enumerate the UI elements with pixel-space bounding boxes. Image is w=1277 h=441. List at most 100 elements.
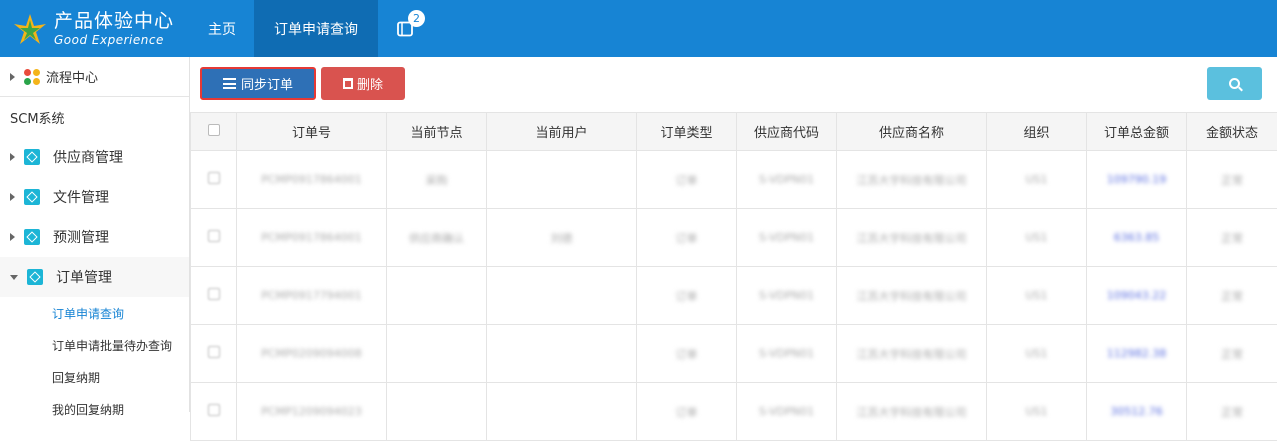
row-select-cell[interactable]	[191, 209, 237, 267]
sidebar-item-flow-center[interactable]: 流程中心	[0, 57, 189, 97]
list-icon	[223, 78, 236, 89]
cell-user	[487, 151, 637, 209]
cell-text: 订单	[676, 230, 698, 246]
sidebar-item-orders[interactable]: 订单管理	[0, 257, 189, 297]
sidebar: 流程中心 SCM系统 供应商管理 文件管理 预测管理 订单管理 订单申请查询 订…	[0, 57, 190, 412]
cell-text: US1	[1025, 347, 1047, 360]
column-header[interactable]: 金额状态	[1187, 113, 1277, 151]
column-header[interactable]: 供应商名称	[837, 113, 987, 151]
notifications-button[interactable]: 2	[378, 0, 432, 57]
notification-badge: 2	[408, 10, 425, 27]
cell-amount[interactable]: 112982.38	[1087, 325, 1187, 383]
sidebar-sub-order-query[interactable]: 订单申请查询	[0, 297, 189, 329]
column-header[interactable]: 当前节点	[387, 113, 487, 151]
select-all-cell[interactable]	[191, 113, 237, 151]
search-button[interactable]	[1207, 67, 1262, 100]
sidebar-sub-my-reply-delivery[interactable]: 我的回复纳期	[0, 393, 189, 425]
top-navbar: 产品体验中心 Good Experience 主页 订单申请查询 2	[0, 0, 1277, 57]
sidebar-item-label: 供应商管理	[53, 147, 123, 167]
cell-text: S-VDPN01	[759, 289, 814, 302]
caret-right-icon	[10, 193, 15, 201]
table-row[interactable]: PCMP0917864001 采购 订单 S-VDPN01 江苏大宇科技有限公司…	[191, 151, 1277, 209]
nav-home[interactable]: 主页	[190, 0, 254, 57]
cell-text: 正常	[1221, 172, 1243, 188]
brand[interactable]: 产品体验中心 Good Experience	[0, 0, 190, 57]
sync-orders-button[interactable]: 同步订单	[200, 67, 316, 100]
cell-org: US1	[987, 325, 1087, 383]
cell-text: 112982.38	[1107, 347, 1167, 360]
sidebar-sub-reply-delivery[interactable]: 回复纳期	[0, 361, 189, 393]
sidebar-item-files[interactable]: 文件管理	[0, 177, 189, 217]
cell-amount-status: 正常	[1187, 209, 1277, 267]
cell-order-no[interactable]: PCMP0917794001	[237, 267, 387, 325]
cell-text: US1	[1025, 231, 1047, 244]
delete-label: 删除	[357, 74, 383, 93]
cell-amount[interactable]: 109790.19	[1087, 151, 1187, 209]
row-checkbox[interactable]	[208, 404, 220, 416]
column-header[interactable]: 订单总金额	[1087, 113, 1187, 151]
row-select-cell[interactable]	[191, 267, 237, 325]
table-row[interactable]: PCMP0209094008 订单 S-VDPN01 江苏大宇科技有限公司 US…	[191, 325, 1277, 383]
cell-order-no[interactable]: PCMP0917864001	[237, 151, 387, 209]
row-checkbox[interactable]	[208, 172, 220, 184]
cell-amount[interactable]: 6363.85	[1087, 209, 1187, 267]
row-select-cell[interactable]	[191, 151, 237, 209]
sidebar-item-forecast[interactable]: 预测管理	[0, 217, 189, 257]
cell-node	[387, 267, 487, 325]
row-select-cell[interactable]	[191, 325, 237, 383]
orders-table: 订单号 当前节点 当前用户 订单类型 供应商代码 供应商名称 组织 订单总金额 …	[190, 112, 1277, 441]
cell-text: 江苏大宇科技有限公司	[857, 172, 967, 188]
cell-amount-status: 正常	[1187, 325, 1277, 383]
cell-supplier-code: S-VDPN01	[737, 209, 837, 267]
sidebar-item-label: 预测管理	[53, 227, 109, 247]
cell-supplier-code: S-VDPN01	[737, 267, 837, 325]
cell-text: 正常	[1221, 346, 1243, 362]
cell-text: 江苏大宇科技有限公司	[857, 230, 967, 246]
cell-node: 采购	[387, 151, 487, 209]
select-all-checkbox[interactable]	[208, 124, 220, 136]
cell-text: PCMP0917864001	[261, 173, 361, 186]
cell-text: 6363.85	[1114, 231, 1160, 244]
cell-type: 订单	[637, 325, 737, 383]
cell-supplier-name: 江苏大宇科技有限公司	[837, 209, 987, 267]
brand-name: 产品体验中心	[54, 12, 174, 31]
column-header[interactable]: 组织	[987, 113, 1087, 151]
cell-node: 供应商确认	[387, 209, 487, 267]
cell-text: US1	[1025, 173, 1047, 186]
caret-right-icon	[10, 233, 15, 241]
sidebar-sub-batch-todo[interactable]: 订单申请批量待办查询	[0, 329, 189, 361]
delete-button[interactable]: 删除	[321, 67, 405, 100]
cell-text: 供应商确认	[409, 230, 464, 246]
cell-order-no[interactable]: PCMP0917864001	[237, 209, 387, 267]
cell-user: 刘德	[487, 209, 637, 267]
sidebar-item-supplier[interactable]: 供应商管理	[0, 137, 189, 177]
sidebar-item-label: 流程中心	[46, 67, 98, 86]
row-checkbox[interactable]	[208, 346, 220, 358]
sidebar-section-title: SCM系统	[0, 97, 189, 137]
column-header[interactable]: 订单类型	[637, 113, 737, 151]
cell-text: 正常	[1221, 230, 1243, 246]
row-checkbox[interactable]	[208, 288, 220, 300]
table-row[interactable]: PCMP0917794001 订单 S-VDPN01 江苏大宇科技有限公司 US…	[191, 267, 1277, 325]
column-header[interactable]: 当前用户	[487, 113, 637, 151]
cell-amount-status: 正常	[1187, 151, 1277, 209]
cell-text: 江苏大宇科技有限公司	[857, 346, 967, 362]
main-content: 同步订单 删除 订单号 当前节点 当前用户 订单类型 供应商代码 供应商名称 组	[190, 57, 1277, 412]
cell-user	[487, 267, 637, 325]
cell-text: PCMP0917794001	[261, 289, 361, 302]
cell-amount-status: 正常	[1187, 267, 1277, 325]
flow-center-icon	[24, 69, 40, 85]
row-checkbox[interactable]	[208, 230, 220, 242]
nav-order-query[interactable]: 订单申请查询	[254, 0, 378, 57]
table-row[interactable]: PCMP0917864001 供应商确认 刘德 订单 S-VDPN01 江苏大宇…	[191, 209, 1277, 267]
logo-icon	[12, 12, 48, 46]
column-header[interactable]: 订单号	[237, 113, 387, 151]
cell-order-no[interactable]: PCMP0209094008	[237, 325, 387, 383]
table-header-row: 订单号 当前节点 当前用户 订单类型 供应商代码 供应商名称 组织 订单总金额 …	[191, 113, 1277, 151]
cell-text: 订单	[676, 346, 698, 362]
cell-org: US1	[987, 151, 1087, 209]
column-header[interactable]: 供应商代码	[737, 113, 837, 151]
cell-amount[interactable]: 109043.22	[1087, 267, 1187, 325]
cell-text: 109043.22	[1107, 289, 1167, 302]
caret-right-icon	[10, 73, 15, 81]
